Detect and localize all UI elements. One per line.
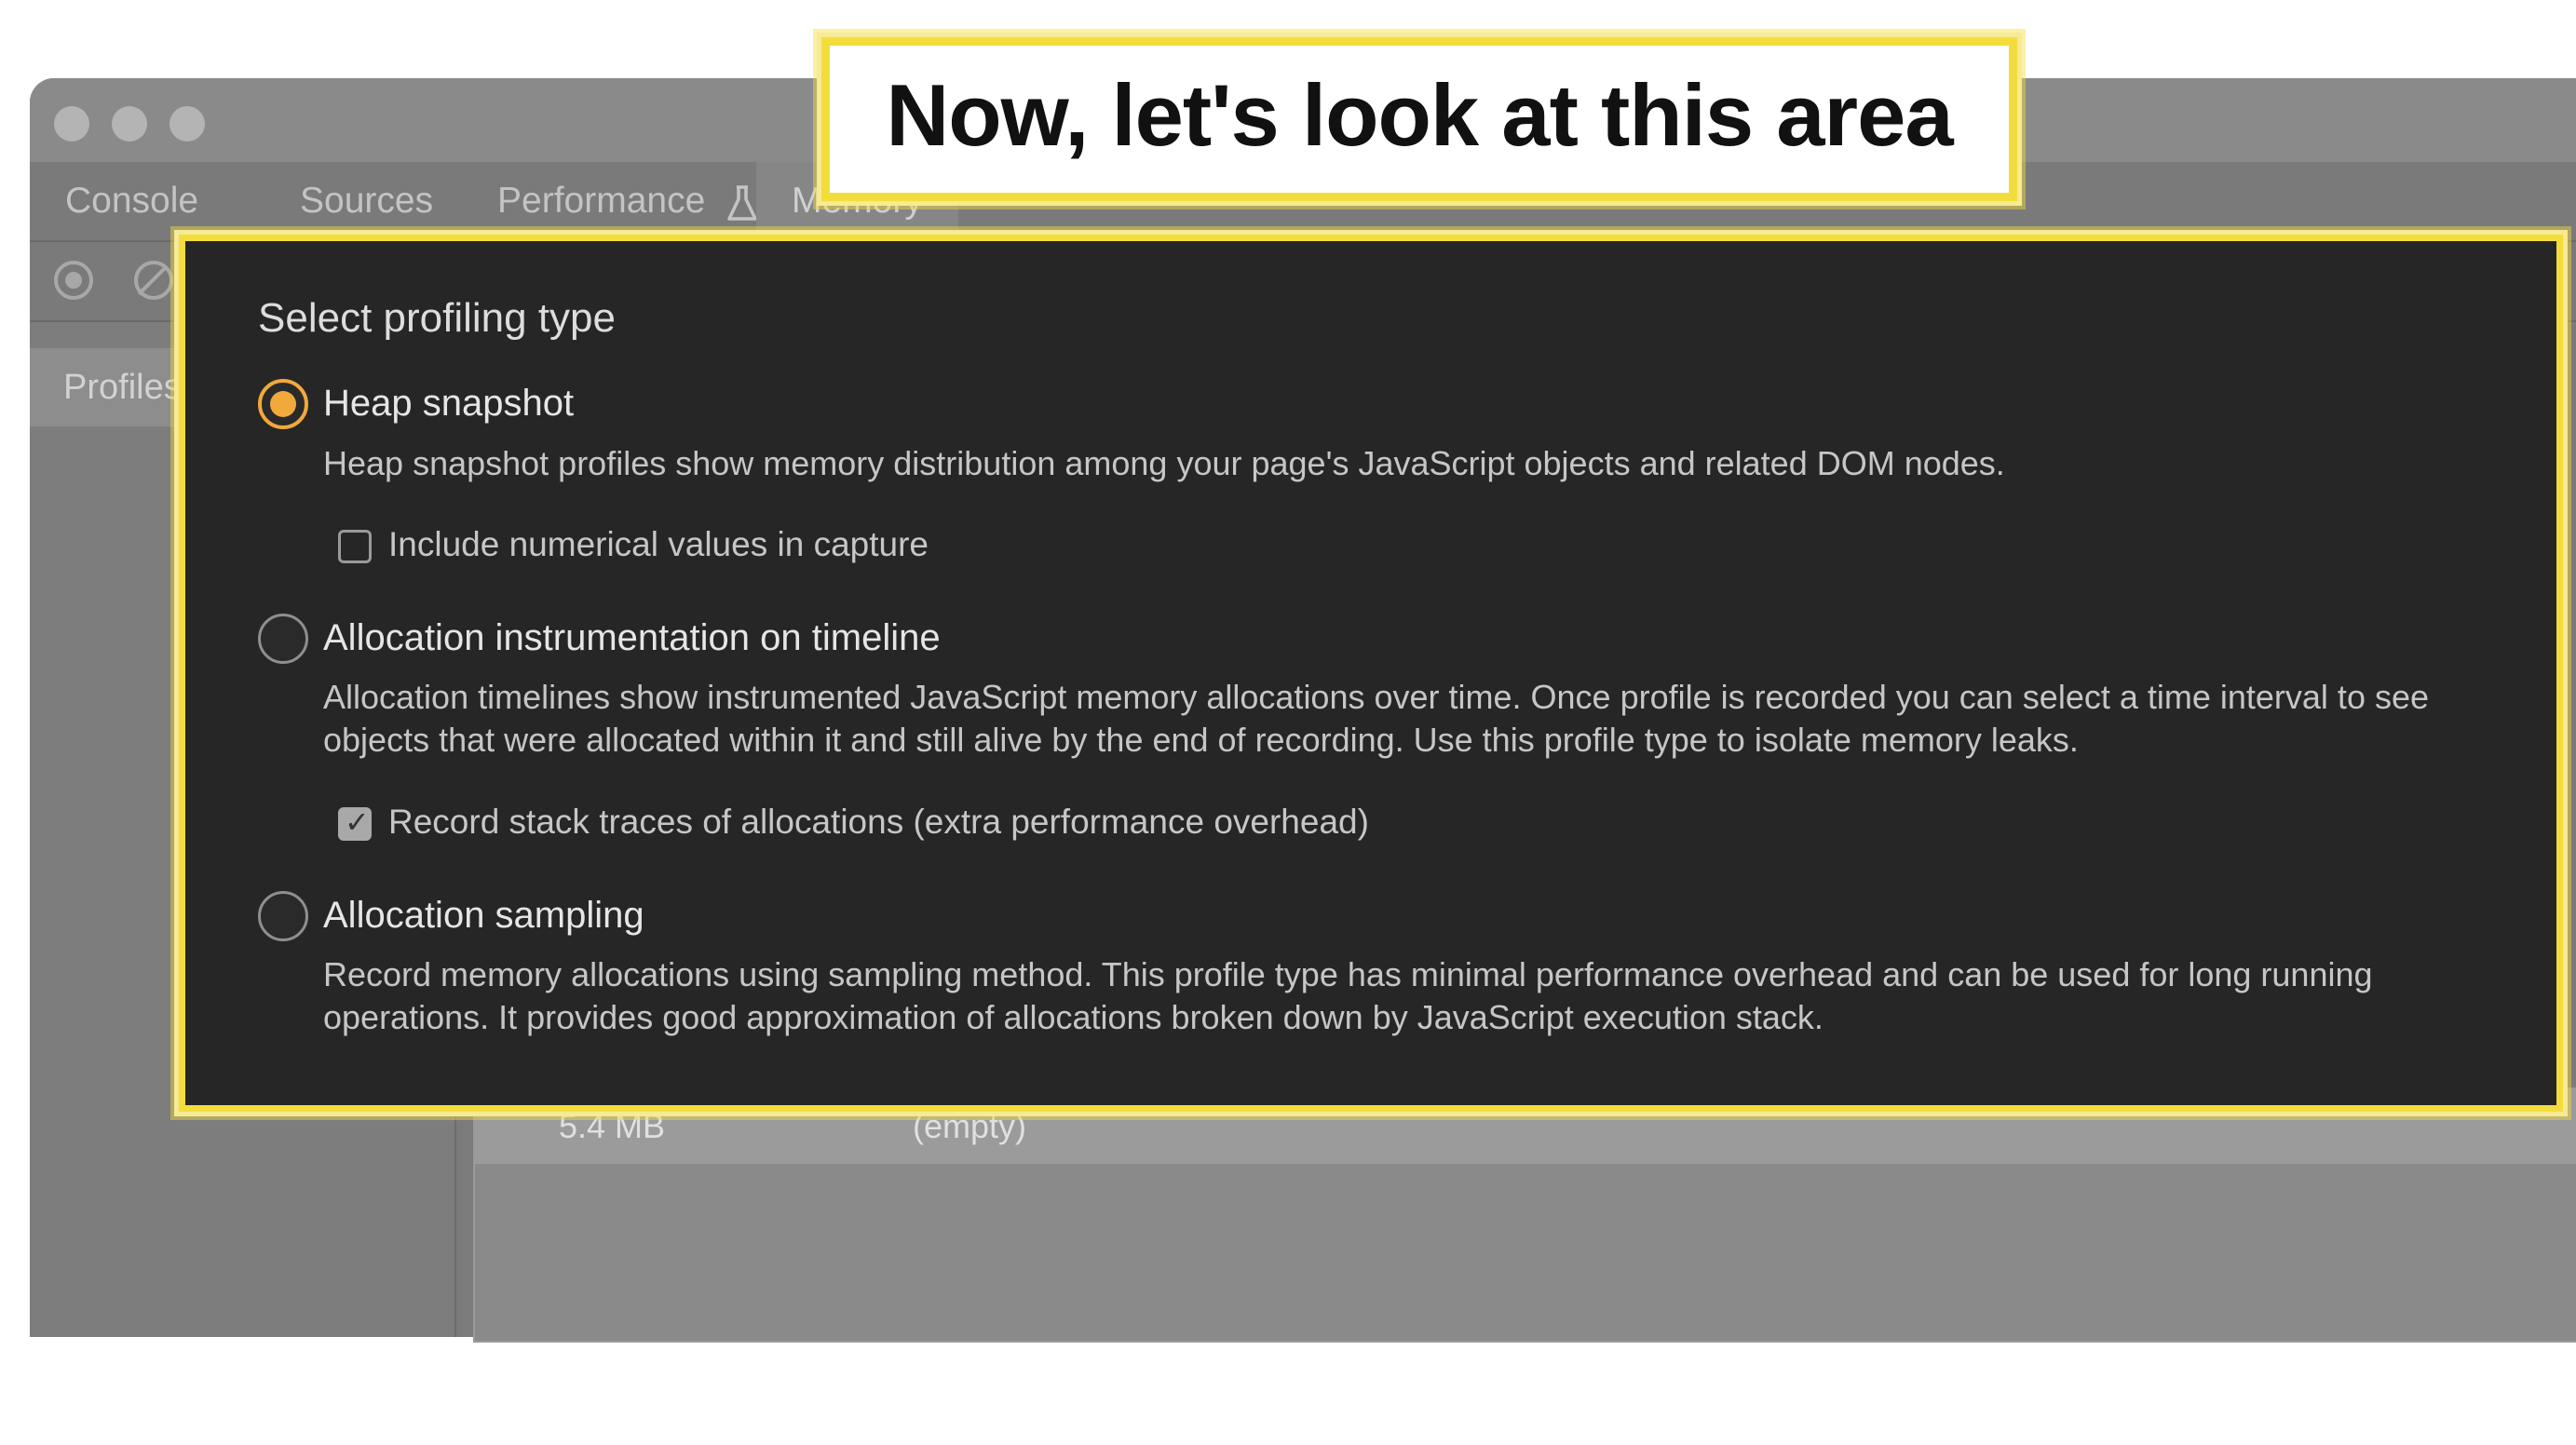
caption-text: Now, let's look at this area <box>886 66 1953 164</box>
tab-console[interactable]: Console <box>30 162 234 240</box>
experiment-beaker-icon <box>727 184 757 221</box>
radio-heap-snapshot[interactable] <box>258 379 308 429</box>
option-description-allocation-timeline: Allocation timelines show instrumented J… <box>323 678 2430 759</box>
js-vm-instance-box: 5.4 MB (empty) <box>473 1087 2576 1343</box>
option-label-heap-snapshot: Heap snapshot <box>323 383 575 424</box>
checkbox-include-numerical-values[interactable] <box>338 530 372 563</box>
caption-banner: Now, let's look at this area <box>821 37 2017 201</box>
option-label-allocation-sampling: Allocation sampling <box>323 895 644 936</box>
checkbox-label-numerical-values: Include numerical values in capture <box>388 525 929 563</box>
radio-allocation-sampling[interactable] <box>258 891 308 941</box>
sidebar-item-label: Profiles <box>63 368 182 407</box>
checkbox-record-stack-traces[interactable] <box>338 804 372 841</box>
option-description-allocation-sampling: Record memory allocations using sampling… <box>323 955 2373 1036</box>
tab-sources[interactable]: Sources <box>264 162 468 240</box>
checkbox-label-stack-traces: Record stack traces of allocations (extr… <box>388 803 1369 841</box>
radio-allocation-timeline[interactable] <box>258 614 308 664</box>
tab-sources-label: Sources <box>300 181 434 221</box>
minimize-window-button[interactable] <box>112 106 147 142</box>
profiling-type-panel: Select profiling type Heap snapshot Heap… <box>179 235 2563 1112</box>
maximize-window-button[interactable] <box>169 106 205 142</box>
tab-performance[interactable]: Performance <box>462 162 793 240</box>
record-icon[interactable] <box>54 261 93 300</box>
option-description-heap-snapshot: Heap snapshot profiles show memory distr… <box>323 444 2005 482</box>
close-window-button[interactable] <box>54 106 89 142</box>
tab-console-label: Console <box>65 181 199 221</box>
clear-all-profiles-icon[interactable] <box>134 261 173 300</box>
tab-performance-label: Performance <box>497 181 706 221</box>
panel-title: Select profiling type <box>258 295 616 341</box>
option-label-allocation-timeline: Allocation instrumentation on timeline <box>323 617 941 658</box>
